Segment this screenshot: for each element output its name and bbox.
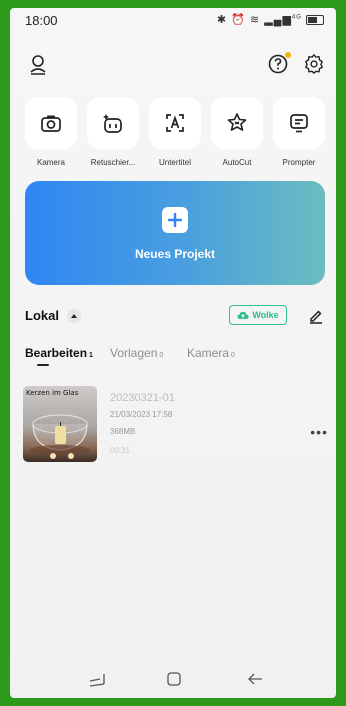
tab-kamera[interactable]: Kamera 0 — [187, 346, 235, 360]
thumbnail-caption: Kerzen im Glas — [26, 389, 79, 397]
prompter-icon — [290, 114, 308, 133]
more-options-icon[interactable]: ••• — [310, 424, 328, 440]
project-meta: 20230321-01 21/03/2023 17:58 368MB 00:31 — [110, 392, 175, 455]
project-date: 21/03/2023 17:58 — [110, 410, 173, 419]
tab-count: 0 — [159, 352, 164, 359]
project-duration: 00:31 — [110, 446, 131, 455]
plus-icon — [162, 207, 188, 233]
battery-icon — [306, 15, 324, 26]
home-icon[interactable] — [165, 670, 183, 688]
tool-label: Untertitel — [158, 158, 191, 167]
new-project-button[interactable]: Neues Projekt — [25, 181, 325, 285]
tool-label: Prompter — [282, 158, 316, 167]
tools-row: Kamera Retuschier... Untertitel AutoCut … — [10, 97, 336, 177]
tool-label: AutoCut — [222, 158, 252, 167]
project-size: 368MB — [110, 427, 136, 436]
tab-label: Bearbeiten — [25, 346, 88, 360]
alarm-icon: ⏰ — [231, 14, 246, 26]
tab-bearbeiten[interactable]: Bearbeiten 1 — [25, 346, 93, 366]
notification-dot — [285, 52, 291, 58]
tool-retuschieren[interactable]: Retuschier... — [87, 97, 139, 167]
subtitle-icon — [166, 114, 184, 132]
tool-label: Kamera — [36, 158, 65, 167]
edit-icon[interactable] — [308, 308, 324, 324]
retouch-icon — [103, 114, 122, 133]
status-bar: 18:00 ✱ ⏰ ≋ ▂▄▆4G — [10, 8, 336, 34]
candle-jar-image — [30, 414, 90, 459]
app-screen: 18:00 ✱ ⏰ ≋ ▂▄▆4G Kamera Retuschier... U… — [10, 8, 336, 698]
status-time: 18:00 — [25, 13, 58, 28]
network-type: 4G — [291, 14, 302, 21]
cloud-upload-icon — [237, 311, 249, 319]
new-project-label: Neues Projekt — [134, 247, 216, 261]
status-icons: ✱ ⏰ ≋ ▂▄▆4G — [217, 13, 324, 26]
tool-kamera[interactable]: Kamera — [25, 97, 77, 167]
tool-label: Retuschier... — [90, 158, 136, 167]
local-section-title: Lokal — [25, 308, 59, 323]
local-dropdown-toggle[interactable] — [67, 309, 81, 323]
project-item[interactable]: Kerzen im Glas 20230321-01 21/03/2023 17… — [23, 386, 328, 476]
bluetooth-icon: ✱ — [216, 14, 228, 26]
caret-up-icon — [71, 314, 77, 318]
project-name: 20230321-01 — [110, 392, 175, 404]
signal-icon: ▂▄▆ — [264, 14, 292, 26]
tab-label: Vorlagen — [110, 346, 158, 360]
back-icon[interactable] — [246, 670, 264, 688]
tool-autocut[interactable]: AutoCut — [211, 97, 263, 167]
camera-icon — [41, 115, 61, 132]
profile-icon[interactable] — [28, 54, 48, 76]
active-tab-indicator — [37, 364, 49, 366]
tool-untertitel[interactable]: Untertitel — [149, 97, 201, 167]
tab-count: 0 — [231, 352, 235, 359]
tool-prompter[interactable]: Prompter — [273, 97, 325, 167]
help-button[interactable] — [268, 52, 291, 74]
tab-count: 1 — [89, 352, 93, 359]
tab-vorlagen[interactable]: Vorlagen 0 — [110, 346, 163, 360]
gear-icon[interactable] — [303, 53, 325, 75]
wifi-icon: ≋ — [249, 14, 261, 26]
cloud-button[interactable]: Wolke — [229, 305, 287, 325]
cloud-button-label: Wolke — [252, 310, 279, 320]
recent-apps-icon[interactable] — [88, 670, 106, 688]
project-thumbnail: Kerzen im Glas — [23, 386, 97, 462]
autocut-icon — [227, 113, 247, 131]
system-nav-bar — [10, 658, 336, 698]
tab-label: Kamera — [187, 346, 230, 360]
